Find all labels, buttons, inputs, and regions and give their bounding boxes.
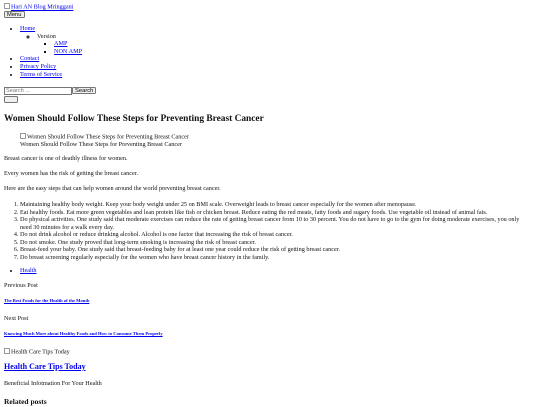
menu-button[interactable]: Menu	[4, 11, 25, 18]
category-link-health[interactable]: Health	[20, 267, 37, 274]
page: Hari AN Blog Mringgani Menu Home Version…	[0, 0, 540, 406]
previous-post-link[interactable]: The Best Foods for the Health of the Mon…	[4, 298, 89, 304]
nav-item-amp: AMP	[54, 40, 82, 48]
step-item: Do not drink alcohol or reduce drinking …	[20, 231, 530, 239]
broken-image-icon	[20, 133, 26, 139]
nav-item-non-amp: NON AMP	[54, 48, 82, 56]
search-toggle-button[interactable]	[4, 96, 18, 103]
nav-link-privacy[interactable]: Privacy Policy	[20, 63, 56, 70]
nav-item-terms: Terms of Service	[20, 71, 82, 79]
footer-site-title-link[interactable]: Health Care Tips Today	[4, 362, 86, 372]
related-posts-heading: Related posts	[4, 397, 47, 406]
search-input[interactable]	[4, 87, 72, 95]
article-paragraph: Breast cancer is one of deathly illness …	[4, 155, 128, 162]
nav-version-submenu: AMP NON AMP	[37, 40, 82, 55]
broken-image-icon	[4, 3, 10, 9]
nav-link-contact[interactable]: Contact	[20, 55, 39, 62]
prevention-steps-list: Maintaining healthy body weight. Keep yo…	[20, 201, 530, 261]
article-image: Women Should Follow These Steps for Prev…	[20, 133, 189, 141]
footer-tagline: Beneficial Infotmation For Your Health	[4, 380, 102, 387]
article-figure: Women Should Follow These Steps for Prev…	[20, 133, 189, 149]
previous-post-label: Previous Post	[4, 282, 38, 289]
footer-logo: Health Care Tips Today	[4, 348, 70, 356]
step-item: Do not smoke. One study proved that long…	[20, 239, 530, 247]
nav-label-version[interactable]: Version	[37, 33, 56, 40]
step-item: Do physical activities. One study said t…	[20, 216, 530, 231]
footer-logo-alt: Health Care Tips Today	[11, 348, 70, 356]
next-post-label: Next Post	[4, 315, 29, 322]
broken-image-icon	[4, 348, 10, 354]
article-title: Women Should Follow These Steps for Prev…	[4, 114, 264, 124]
nav-link-home[interactable]: Home	[20, 25, 35, 32]
step-item: Do breast screening regularly especially…	[20, 254, 530, 262]
category-item: Health	[20, 267, 37, 275]
nav-item-privacy: Privacy Policy	[20, 63, 82, 71]
nav-item-contact: Contact	[20, 55, 82, 63]
article-paragraph: Every women has the risk of getting the …	[4, 170, 139, 177]
step-item: Eat healthy foods. Eat more green vegeta…	[20, 209, 530, 217]
article-image-alt: Women Should Follow These Steps for Prev…	[27, 133, 189, 141]
main-navigation: Home Version AMP NON AMP Contact Privacy…	[20, 25, 82, 78]
article-image-caption: Women Should Follow These Steps for Prev…	[20, 141, 182, 149]
nav-link-non-amp[interactable]: NON AMP	[54, 48, 82, 55]
step-item: Maintaining healthy body weight. Keep yo…	[20, 201, 530, 209]
category-list: Health	[20, 267, 37, 275]
nav-item-version: Version AMP NON AMP	[37, 33, 82, 56]
nav-link-terms[interactable]: Terms of Service	[20, 71, 62, 78]
site-logo-alt: Hari AN Blog Mringgani	[11, 3, 74, 11]
step-item: Breast-feed your baby. One study said th…	[20, 246, 530, 254]
nav-submenu: Version AMP NON AMP	[20, 33, 82, 56]
nav-item-home: Home Version AMP NON AMP	[20, 25, 82, 55]
nav-link-amp[interactable]: AMP	[54, 40, 67, 47]
article-paragraph: Here are the easy steps that can help wo…	[4, 185, 221, 192]
next-post-link[interactable]: Knowing Much More about Healthy Foods an…	[4, 331, 163, 337]
search-button[interactable]: Search	[72, 87, 97, 94]
